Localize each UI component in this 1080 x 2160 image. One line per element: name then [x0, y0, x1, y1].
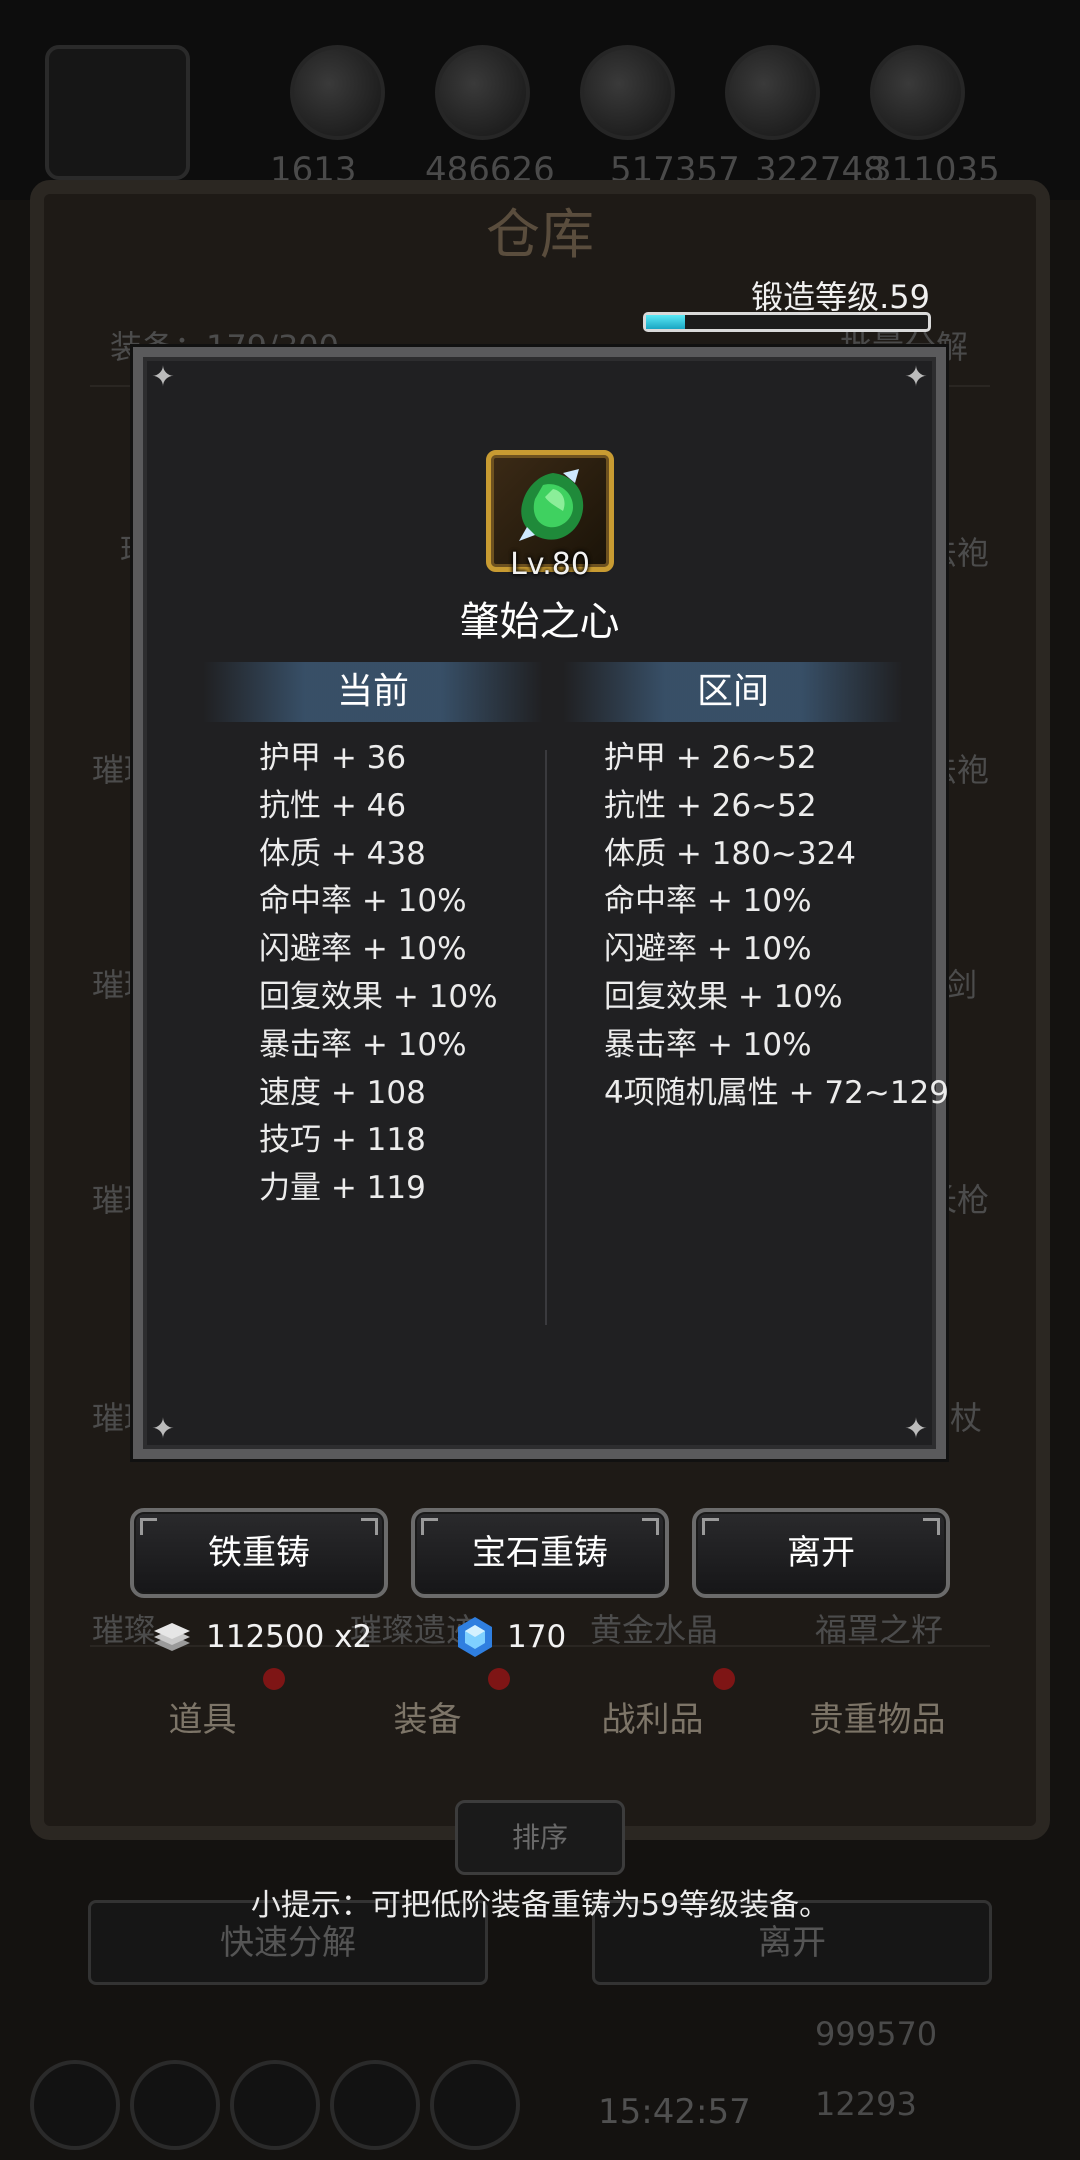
- recast-cost-row: 112500 x2 170: [140, 1612, 660, 1662]
- iron-recast-button[interactable]: 铁重铸: [130, 1508, 388, 1598]
- stat-line: 闪避率 + 10%: [259, 931, 467, 968]
- notification-dot: [712, 1668, 735, 1690]
- resource-orb-icon: [870, 45, 965, 140]
- forge-level-bar: [643, 312, 931, 332]
- tab-label: 战利品: [601, 1700, 704, 1740]
- inventory-tabs: 道具 装备 战利品 贵重物品: [90, 1668, 990, 1770]
- sort-button[interactable]: 排序: [455, 1800, 625, 1875]
- gem-count: 12293: [815, 2085, 917, 2123]
- stat-line: 暴击率 + 10%: [604, 1026, 812, 1063]
- gem-recast-button[interactable]: 宝石重铸: [411, 1508, 669, 1598]
- gold-count: 999570: [815, 2015, 938, 2053]
- stat-line: 力量 + 119: [259, 1170, 426, 1207]
- corner-sparkle-icon: ✦: [151, 360, 175, 393]
- tab-label: 贵重物品: [809, 1700, 946, 1740]
- tab-items[interactable]: 道具: [90, 1668, 315, 1770]
- stat-line: 护甲 + 36: [259, 740, 407, 776]
- leave-button[interactable]: 离开: [692, 1508, 950, 1598]
- stat-line: 抗性 + 46: [259, 787, 407, 824]
- stat-line: 4项随机属性 + 72~129: [604, 1074, 949, 1111]
- resource-orb-icon: [435, 45, 530, 140]
- stat-line: 速度 + 108: [259, 1074, 426, 1111]
- stat-line: 回复效果 + 10%: [259, 978, 498, 1015]
- stat-line: 命中率 + 10%: [259, 883, 467, 920]
- range-stats-header: 区间: [563, 662, 903, 722]
- corner-sparkle-icon: ✦: [904, 360, 928, 393]
- range-stats-list: 护甲 + 26~52 抗性 + 26~52 体质 + 180~324 命中率 +…: [604, 735, 949, 1117]
- forge-level-fill: [646, 315, 686, 329]
- item-name: 肇始之心: [459, 599, 620, 645]
- green-gem-icon: [519, 469, 584, 541]
- notification-dot: [487, 1668, 510, 1690]
- tab-label: 道具: [168, 1700, 237, 1740]
- tab-loot[interactable]: 战利品: [540, 1668, 765, 1770]
- tab-valuables[interactable]: 贵重物品: [765, 1690, 990, 1770]
- gem-cost: 170: [455, 1612, 566, 1662]
- resource-orb-icon: [580, 45, 675, 140]
- clock: 15:42:57: [598, 2092, 751, 2132]
- iron-cost-text: 112500 x2: [206, 1619, 373, 1655]
- stat-line: 暴击率 + 10%: [259, 1026, 467, 1063]
- menu-icon[interactable]: [230, 2060, 320, 2150]
- list-item-name: 杖: [950, 1399, 983, 1437]
- blue-gem-icon: [458, 1617, 492, 1657]
- column-divider: [545, 750, 547, 1325]
- current-stats-header: 当前: [203, 662, 543, 722]
- resource-orb-icon: [725, 45, 820, 140]
- corner-sparkle-icon: ✦: [904, 1412, 928, 1445]
- stat-line: 抗性 + 26~52: [604, 787, 817, 824]
- menu-icon[interactable]: [430, 2060, 520, 2150]
- avatar-slot: [45, 45, 190, 180]
- stat-line: 回复效果 + 10%: [604, 978, 843, 1015]
- stat-line: 护甲 + 26~52: [604, 740, 817, 776]
- item-level: Lv.80: [510, 547, 590, 582]
- notification-dot: [262, 1668, 285, 1690]
- stat-line: 体质 + 438: [259, 835, 426, 872]
- menu-icon[interactable]: [30, 2060, 120, 2150]
- current-stats-list: 护甲 + 36 抗性 + 46 体质 + 438 命中率 + 10% 闪避率 +…: [259, 735, 498, 1213]
- stat-line: 体质 + 180~324: [604, 835, 856, 872]
- recast-dialog: ✦ ✦ ✦ ✦ Lv.80 肇始之心 当前 区间 护甲 + 36 抗性 + 46…: [133, 347, 949, 1459]
- iron-cost: 112500 x2: [150, 1612, 372, 1662]
- hint-text: 小提示：可把低阶装备重铸为59等级装备。: [250, 1888, 830, 1923]
- warehouse-title: 仓库: [486, 203, 594, 266]
- gem-cost-text: 170: [507, 1619, 567, 1655]
- menu-icon[interactable]: [330, 2060, 420, 2150]
- stat-line: 命中率 + 10%: [604, 883, 812, 920]
- tab-label: 装备: [393, 1700, 462, 1740]
- list-item-name: 剑: [945, 966, 978, 1004]
- stat-line: 技巧 + 118: [259, 1122, 426, 1159]
- menu-icon[interactable]: [130, 2060, 220, 2150]
- resource-orb-icon: [290, 45, 385, 140]
- iron-ingot-icon: [154, 1623, 190, 1651]
- corner-sparkle-icon: ✦: [151, 1412, 175, 1445]
- tab-equipment[interactable]: 装备: [315, 1668, 540, 1770]
- stat-line: 闪避率 + 10%: [604, 931, 812, 968]
